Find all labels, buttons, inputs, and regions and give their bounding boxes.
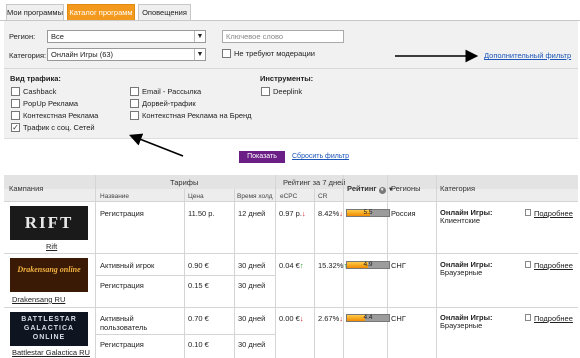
- region-value: СНГ: [391, 261, 406, 270]
- tariff-hold: 12 дней: [238, 209, 266, 218]
- tariff-price: 0.90 €: [188, 261, 209, 270]
- cr-value: 2.67%↓: [318, 314, 344, 323]
- sort-icon: ▾: [378, 187, 386, 194]
- category-sub: Клиентские: [440, 216, 480, 225]
- grid-line: [95, 175, 96, 358]
- rating-bar: 4.4: [346, 314, 390, 322]
- col-regions[interactable]: Регионы: [391, 184, 420, 193]
- details-link[interactable]: Подробнее: [534, 209, 573, 218]
- tariff-name: Регистрация: [100, 209, 144, 218]
- rift-logo-text: RIFT: [24, 213, 74, 232]
- campaign-link-rift[interactable]: Rift: [46, 242, 57, 251]
- col-rating7: Рейтинг за 7 дней: [283, 178, 346, 187]
- trend-down-icon: ↓: [339, 209, 344, 218]
- col-cr: CR: [318, 193, 328, 200]
- tariff-hold: 30 дней: [238, 261, 266, 270]
- reset-filter-link[interactable]: Сбросить фильтр: [292, 153, 349, 160]
- rating-value: 5.5: [363, 209, 373, 216]
- tariff-hold: 30 дней: [238, 281, 266, 290]
- tariff-hold: 30 дней: [238, 314, 266, 323]
- col-campaign[interactable]: Кампания: [9, 184, 43, 193]
- col-ecpc: eCPC: [280, 193, 298, 200]
- tariff-price: 0.10 €: [188, 340, 209, 349]
- tariff-name: Активный пользователь: [100, 314, 148, 332]
- tariff-name: Активный игрок: [100, 261, 155, 270]
- grid-line: [275, 175, 276, 358]
- details-link[interactable]: Подробнее: [534, 314, 573, 323]
- col-category[interactable]: Категория: [440, 184, 475, 193]
- arrow-to-social-traffic: [129, 133, 184, 157]
- ecpc-value: 0.00 €↓: [279, 314, 304, 323]
- rating-value: 4.4: [363, 314, 373, 321]
- grid-line: [95, 275, 275, 276]
- tariff-price: 0.15 €: [188, 281, 209, 290]
- col-tariffs: Тарифы: [170, 178, 199, 187]
- col-hold: Время холд: [237, 193, 273, 200]
- grid-line: [95, 334, 275, 335]
- grid-line: [314, 189, 315, 358]
- tariff-hold: 30 дней: [238, 340, 266, 349]
- tariff-price: 0.70 €: [188, 314, 209, 323]
- rating-bar: 5.5: [346, 209, 390, 217]
- details-link[interactable]: Подробнее: [534, 261, 573, 270]
- drakensang-logo[interactable]: Drakensang online: [10, 258, 88, 292]
- col-rating-label: Рейтинг: [347, 184, 377, 193]
- grid-line: [184, 189, 185, 358]
- rift-logo[interactable]: RIFT: [10, 206, 88, 240]
- tariff-name: Регистрация: [100, 281, 144, 290]
- trend-up-icon: ↑: [299, 261, 304, 270]
- region-value: Россия: [391, 209, 416, 218]
- rating-bar: 4.9: [346, 261, 390, 269]
- campaign-link-battlestar[interactable]: Battlestar Galactica RU: [12, 348, 90, 357]
- document-icon: [525, 314, 531, 321]
- cr-value: 8.42%↓: [318, 209, 344, 218]
- region-value: СНГ: [391, 314, 406, 323]
- grid-line: [234, 189, 235, 358]
- cr-value: 15.32%↑: [318, 261, 347, 270]
- tariff-name: Регистрация: [100, 340, 144, 349]
- trend-down-icon: ↓: [339, 314, 344, 323]
- trend-down-icon: ↓: [301, 209, 306, 218]
- category-sub: Браузерные: [440, 321, 483, 330]
- drakensang-logo-text: Drakensang online: [17, 265, 81, 274]
- ecpc-value: 0.04 €↑: [279, 261, 304, 270]
- trend-down-icon: ↓: [299, 314, 304, 323]
- grid-line: [4, 253, 578, 254]
- rating-value: 4.9: [363, 261, 373, 268]
- document-icon: [525, 261, 531, 268]
- col-price: Цена: [188, 193, 204, 200]
- grid-line: [436, 175, 437, 358]
- battlestar-logo[interactable]: BATTLESTAR GALACTICA ONLINE: [10, 312, 88, 346]
- tariff-price: 11.50 р.: [188, 209, 215, 218]
- document-icon: [525, 209, 531, 216]
- ecpc-value: 0.97 р.↓: [279, 209, 306, 218]
- show-button[interactable]: Показать: [239, 151, 285, 163]
- grid-line: [4, 307, 578, 308]
- col-name: Название: [100, 193, 130, 200]
- battlestar-logo-text: BATTLESTAR GALACTICA ONLINE: [21, 316, 77, 341]
- category-sub: Браузерные: [440, 268, 483, 277]
- grid-line: [4, 201, 578, 202]
- campaign-link-drakensang[interactable]: Drakensang RU: [12, 295, 65, 304]
